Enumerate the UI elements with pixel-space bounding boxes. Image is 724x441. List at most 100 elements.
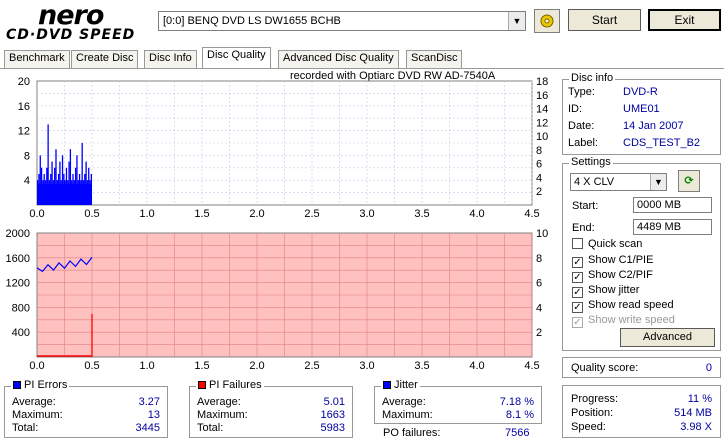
pi-errors-total-label: Total: <box>12 422 39 434</box>
date-value: 14 Jan 2007 <box>623 120 684 132</box>
jitter-chart-x-tick: 3.5 <box>414 360 429 372</box>
pi-chart-x-tick: 1.5 <box>194 208 209 220</box>
pi-chart-x-tick: 3.5 <box>414 208 429 220</box>
position-value: 514 MB <box>674 407 712 419</box>
jitter-swatch <box>383 381 391 389</box>
quick-scan-checkbox[interactable]: Quick scan <box>572 238 642 250</box>
pi-failures-average-value: 5.01 <box>323 396 345 408</box>
start-label: Start: <box>572 200 599 212</box>
label-label: Label: <box>568 137 598 149</box>
quality-score-label: Quality score: <box>571 362 639 374</box>
pi-chart-x-tick: 0.0 <box>29 208 44 220</box>
end-field[interactable]: 4489 MB <box>633 219 712 235</box>
show-write-speed-checkbox: ✓ Show write speed <box>572 314 675 328</box>
pi-chart-x-tick: 1.0 <box>139 208 154 220</box>
pi-errors-average-label: Average: <box>12 396 56 408</box>
check-icon[interactable]: ✓ <box>572 257 583 268</box>
pi-chart-y-left-tick: 12 <box>18 126 30 138</box>
quality-score-group: Quality score: 0 <box>562 357 721 378</box>
show-c2-pif-checkbox[interactable]: ✓ Show C2/PIF <box>572 269 653 283</box>
pi-errors-group: PI Errors Average: 3.27 Maximum: 13 Tota… <box>4 379 168 438</box>
pi-chart-y-right-tick: 12 <box>536 117 548 129</box>
pi-chart-x-tick: 2.5 <box>304 208 319 220</box>
pi-chart-y-right-tick: 8 <box>536 145 542 157</box>
pi-failures-maximum-label: Maximum: <box>197 409 248 421</box>
checkbox-label: Show write speed <box>588 314 675 326</box>
id-label: ID: <box>568 103 583 115</box>
show-read-speed-checkbox[interactable]: ✓ Show read speed <box>572 299 674 313</box>
speed-label: Speed: <box>571 421 606 433</box>
jitter-chart-x-tick: 1.0 <box>139 360 154 372</box>
date-label: Date: <box>568 120 595 132</box>
jitter-chart-y-right-tick: 4 <box>536 302 542 314</box>
jitter-chart-x-tick: 4.5 <box>524 360 539 372</box>
disc-info-group: Disc info Type: DVD-R ID: UME01 Date: 14… <box>562 72 721 155</box>
id-value: UME01 <box>623 103 660 115</box>
checkbox-box[interactable] <box>572 238 583 249</box>
jitter-chart-y-left-tick: 800 <box>12 302 30 314</box>
pi-chart-x-tick: 2.0 <box>249 208 264 220</box>
show-jitter-checkbox[interactable]: ✓ Show jitter <box>572 284 639 298</box>
jitter-chart-y-left-tick: 2000 <box>6 228 30 240</box>
pi-failures-total-value: 5983 <box>320 422 345 434</box>
quality-score-value: 0 <box>705 362 712 374</box>
pi-chart-y-left-tick: 16 <box>18 101 30 113</box>
jitter-average-value: 7.18 % <box>499 396 534 408</box>
pi-errors-title: PI Errors <box>11 379 70 391</box>
type-value: DVD-R <box>623 86 658 98</box>
pi-failures-title: PI Failures <box>196 379 264 391</box>
settings-title: Settings <box>569 156 613 168</box>
pi-chart-y-left-tick: 20 <box>18 76 30 88</box>
pi-errors-maximum-value: 13 <box>147 409 160 421</box>
jitter-chart-x-tick: 3.0 <box>359 360 374 372</box>
pi-errors-swatch <box>13 381 21 389</box>
jitter-chart-x-tick: 1.5 <box>194 360 209 372</box>
type-label: Type: <box>568 86 595 98</box>
show-c1-pie-checkbox[interactable]: ✓ Show C1/PIE <box>572 254 653 268</box>
pi-failures-total-label: Total: <box>197 422 224 434</box>
jitter-chart-y-left-tick: 400 <box>12 327 30 339</box>
po-failures-value: 7566 <box>505 427 530 439</box>
exit-button[interactable]: Exit <box>648 9 721 31</box>
checkbox-label: Quick scan <box>588 238 643 250</box>
jitter-maximum-value: 8.1 % <box>505 409 534 421</box>
pi-chart-x-tick: 4.5 <box>524 208 539 220</box>
jitter-chart-y-right-tick: 8 <box>536 253 542 265</box>
jitter-title-text: Jitter <box>394 379 418 391</box>
checkbox-label: Show C2/PIF <box>588 269 653 281</box>
po-failures-label: PO failures: <box>383 427 441 439</box>
jitter-chart-x-tick: 0.5 <box>84 360 99 372</box>
pi-error-base-bar <box>37 183 92 205</box>
pi-chart-y-right-tick: 14 <box>536 104 548 116</box>
speed-select[interactable]: 4 X CLV ▼ <box>570 173 667 191</box>
pi-errors-total-value: 3445 <box>135 422 160 434</box>
pi-chart-x-tick: 0.5 <box>84 208 99 220</box>
jitter-chart-y-right-tick: 6 <box>536 278 542 290</box>
jitter-average-label: Average: <box>382 396 426 408</box>
pi-failures-maximum-value: 1663 <box>320 409 345 421</box>
pi-failures-average-label: Average: <box>197 396 241 408</box>
check-icon[interactable]: ✓ <box>572 287 583 298</box>
jitter-chart-y-left-tick: 1600 <box>6 253 30 265</box>
speed-value: 3.98 X <box>680 421 712 433</box>
progress-label: Progress: <box>571 393 619 405</box>
jitter-chart-x-tick: 4.0 <box>469 360 484 372</box>
check-icon[interactable]: ✓ <box>572 302 583 313</box>
jitter-chart-y-right-tick: 2 <box>536 327 542 339</box>
jitter-chart-x-tick: 0.0 <box>29 360 44 372</box>
checkbox-label: Show read speed <box>588 299 674 311</box>
progress-group: Progress: 11 % Position: 514 MB Speed: 3… <box>562 385 721 438</box>
pi-failures-title-text: PI Failures <box>209 379 262 391</box>
position-label: Position: <box>571 407 614 419</box>
start-button[interactable]: Start <box>568 9 641 31</box>
chevron-down-icon[interactable]: ▼ <box>650 174 666 190</box>
refresh-speed-button[interactable]: ⟳ <box>678 170 700 192</box>
pi-chart-y-right-tick: 10 <box>536 131 548 143</box>
start-field[interactable]: 0000 MB <box>633 197 712 213</box>
jitter-chart-x-tick: 2.5 <box>304 360 319 372</box>
check-icon[interactable]: ✓ <box>572 272 583 283</box>
pi-errors-maximum-label: Maximum: <box>12 409 63 421</box>
advanced-button[interactable]: Advanced <box>620 328 715 347</box>
jitter-chart-x-tick: 2.0 <box>249 360 264 372</box>
end-label: End: <box>572 222 595 234</box>
